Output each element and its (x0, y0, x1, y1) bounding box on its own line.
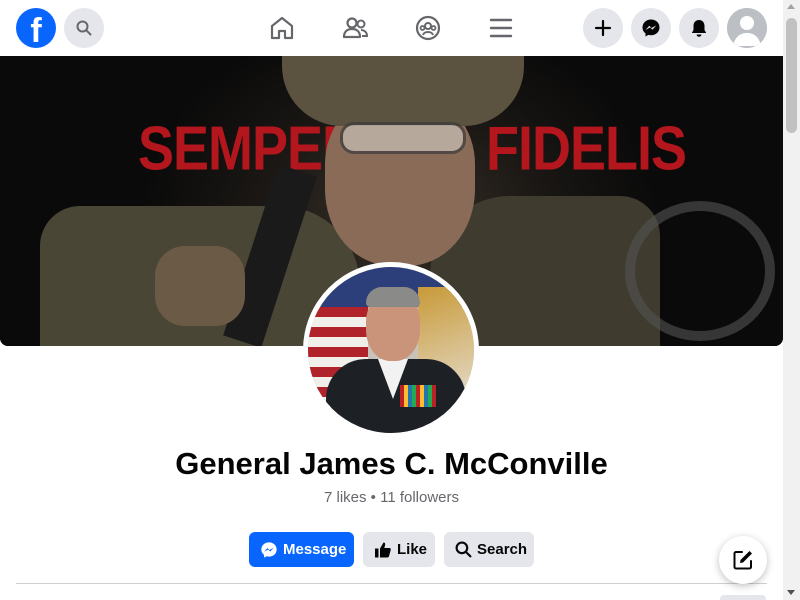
cover-soldier-goggles (340, 122, 466, 154)
page-title: General James C. McConville (175, 446, 608, 481)
home-icon[interactable] (268, 14, 296, 42)
search-icon (455, 541, 472, 558)
top-navigation-bar: f (0, 0, 783, 56)
messenger-icon (261, 542, 277, 558)
friends-icon[interactable] (341, 14, 369, 42)
profile-hair (366, 287, 420, 307)
plus-icon (594, 19, 612, 37)
like-button[interactable]: Like (363, 532, 435, 567)
scroll-down-arrow-icon[interactable] (787, 590, 795, 595)
cover-glove (155, 246, 245, 326)
facebook-logo-icon[interactable]: f (16, 8, 56, 50)
message-button[interactable]: Message (249, 532, 354, 567)
scroll-up-arrow-icon[interactable] (787, 4, 795, 9)
groups-icon[interactable] (414, 14, 442, 42)
messenger-icon (642, 19, 660, 37)
thumbs-up-icon (375, 542, 391, 558)
avatar-icon (727, 8, 767, 48)
facebook-logo-letter: f (30, 12, 42, 50)
menu-icon[interactable] (487, 14, 515, 42)
cover-soldier-helmet (282, 56, 524, 126)
scrollbar-thumb[interactable] (786, 18, 797, 133)
messenger-button[interactable] (631, 8, 671, 48)
content-peek (720, 595, 766, 600)
profile-picture[interactable] (308, 267, 474, 433)
likes-followers-count[interactable]: 7 likes • 11 followers (0, 489, 783, 506)
compose-icon (733, 551, 752, 570)
marine-emblem-icon (625, 201, 775, 341)
profile-ribbons (400, 385, 436, 407)
section-divider (16, 583, 767, 584)
account-avatar-button[interactable] (727, 8, 767, 48)
like-button-label: Like (397, 541, 428, 558)
create-button[interactable] (583, 8, 623, 48)
new-message-button[interactable] (719, 536, 767, 584)
message-button-label: Message (283, 541, 347, 558)
notifications-button[interactable] (679, 8, 719, 48)
search-button-label: Search (477, 541, 528, 558)
search-page-button[interactable]: Search (444, 532, 534, 567)
search-icon (76, 20, 92, 36)
search-button[interactable] (64, 8, 104, 48)
cover-text-fidelis: FIDELIS (486, 114, 687, 184)
bell-icon (691, 20, 707, 37)
profile-page: f SEMPER FIDELIS General James C. McConv… (0, 0, 800, 600)
